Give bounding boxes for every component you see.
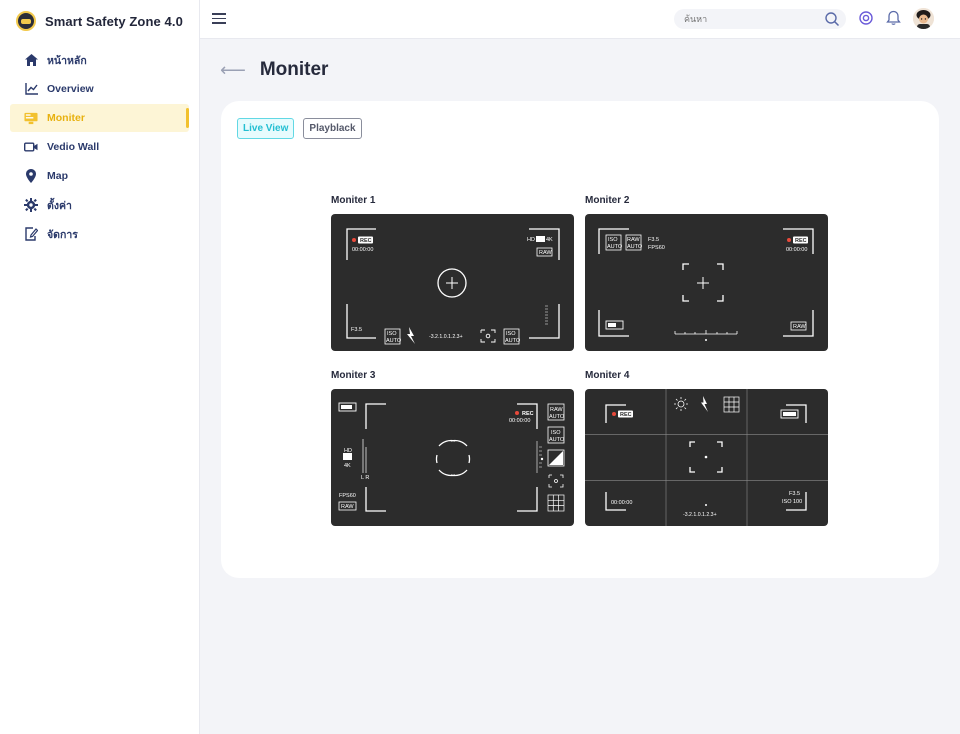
iso-label: ISO [551, 430, 561, 436]
monitor-1-label: Moniter 1 [331, 195, 376, 206]
sidebar: Smart Safety Zone 4.0 หน้าหลัก Overview … [0, 0, 200, 734]
video-camera-icon [24, 140, 38, 154]
tab-live-view[interactable]: Live View [237, 118, 295, 139]
sidebar-item-label: Moniter [47, 112, 85, 124]
back-arrow-icon[interactable]: ⟵ [220, 60, 246, 81]
logo-icon [16, 11, 36, 31]
4k-label: 4K [546, 237, 553, 243]
rec-label: REC [522, 411, 534, 417]
raw-label: RAW [627, 237, 640, 243]
sidebar-item-moniter[interactable]: Moniter [10, 104, 189, 132]
timecode: 00:00:00 [352, 247, 373, 253]
tab-playback[interactable]: Playblack [303, 118, 362, 139]
monitor-icon [24, 111, 38, 125]
iso-label-2: ISO [506, 331, 516, 337]
raw-label: RAW [539, 250, 552, 256]
sidebar-item-vedio-wall[interactable]: Vedio Wall [10, 133, 189, 161]
search-box [674, 9, 846, 29]
menu-icon[interactable] [212, 13, 226, 24]
exposure-scale: -3.2.1.0.1.2.3+ [683, 512, 717, 518]
sidebar-item-manage[interactable]: จัดการ [10, 220, 189, 248]
monitor-1[interactable]: REC 00:00:00 HD 4K RAW F3.5 ISO AUTO -3.… [331, 214, 574, 351]
f-stop: F3.5 [351, 327, 362, 333]
sidebar-item-label: จัดการ [47, 228, 78, 241]
map-pin-icon [24, 169, 38, 183]
sidebar-item-label: Vedio Wall [47, 141, 100, 153]
topbar [200, 0, 960, 39]
view-tabs: Live View Playblack [237, 118, 362, 139]
exposure-scale: -3.2.1.0.1.2.3+ [429, 334, 463, 340]
sidebar-item-label: ตั้งค่า [47, 199, 72, 212]
home-icon [24, 53, 38, 67]
auto-label-2: AUTO [627, 244, 643, 250]
auto-label: AUTO [549, 414, 565, 420]
search-icon[interactable] [824, 11, 840, 32]
timecode: 00:00:00 [611, 500, 632, 506]
hd-label: HD [527, 237, 535, 243]
sidebar-item-overview[interactable]: Overview [10, 75, 189, 103]
auto-label: AUTO [386, 338, 402, 344]
monitor-4[interactable]: REC 00:00:00 -3.2.1.0.1.2.3+ F3.5 ISO 10… [585, 389, 828, 526]
4k-label: 4K [344, 463, 351, 469]
monitor-2-label: Moniter 2 [585, 195, 630, 206]
chart-line-icon [24, 82, 38, 96]
bell-icon[interactable] [886, 10, 904, 28]
sidebar-nav: หน้าหลัก Overview Moniter Vedio Wall Map [0, 46, 199, 248]
search-input[interactable] [674, 9, 814, 29]
f-stop: F3.5 [789, 491, 800, 497]
raw-label-2: RAW [793, 324, 806, 330]
sidebar-item-map[interactable]: Map [10, 162, 189, 190]
exposure-icon [549, 451, 563, 465]
raw-label-2: RAW [550, 407, 563, 413]
sun-icon [674, 397, 688, 411]
monitor-card: Live View Playblack Moniter 1 REC 00:00:… [221, 101, 939, 578]
edit-document-icon [24, 227, 38, 241]
rec-badge: REC [620, 412, 632, 418]
settings-icon[interactable] [858, 10, 876, 28]
monitor-2[interactable]: ISO AUTO RAW AUTO F3.5 FPS60 REC 00:00:0… [585, 214, 828, 351]
avatar[interactable] [913, 8, 934, 29]
monitor-4-label: Moniter 4 [585, 370, 630, 381]
sidebar-item-label: Map [47, 170, 68, 182]
auto-label-2: AUTO [549, 437, 565, 443]
app-title: Smart Safety Zone 4.0 [45, 13, 183, 29]
raw-label: RAW [341, 504, 354, 510]
lr-label: L R [361, 475, 369, 481]
sidebar-item-settings[interactable]: ตั้งค่า [10, 191, 189, 219]
monitor-3[interactable]: HD 4K L R FPS60 RAW REC 00:00:00 RAW AUT… [331, 389, 574, 526]
grid-icon [723, 396, 740, 413]
sidebar-item-label: Overview [47, 83, 94, 95]
timecode: 00:00:00 [786, 247, 807, 253]
f-stop: F3.5 [648, 237, 659, 243]
auto-label: AUTO [607, 244, 623, 250]
flash-icon [407, 327, 415, 344]
rec-badge: REC [795, 238, 807, 244]
fps: FPS60 [648, 245, 665, 251]
grid-icon [547, 494, 565, 512]
flash-icon [701, 396, 708, 412]
sidebar-item-label: หน้าหลัก [47, 54, 87, 67]
gear-icon [24, 198, 38, 212]
timecode: 00:00:00 [509, 418, 530, 424]
brand[interactable]: Smart Safety Zone 4.0 [0, 0, 199, 42]
fps: FPS60 [339, 493, 356, 499]
iso-label: ISO [387, 331, 397, 337]
iso-value: ISO 100 [782, 499, 802, 505]
page-header: ⟵ Moniter [220, 56, 328, 84]
rec-badge: REC [360, 238, 372, 244]
auto-label-2: AUTO [505, 338, 521, 344]
sidebar-item-home[interactable]: หน้าหลัก [10, 46, 189, 74]
monitor-3-label: Moniter 3 [331, 370, 376, 381]
iso-label: ISO [608, 237, 618, 243]
page-title: Moniter [259, 59, 329, 80]
